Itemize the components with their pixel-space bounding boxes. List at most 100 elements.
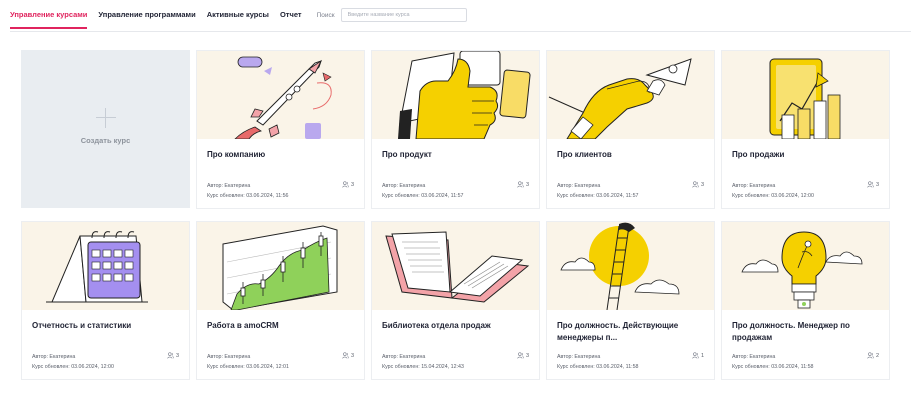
course-updated: Курс обновлен: 03.06.2024, 11:56 xyxy=(207,193,289,199)
course-author: Автор: Екатерина xyxy=(732,183,776,189)
course-updated: Курс обновлен: 03.06.2024, 11:57 xyxy=(382,193,464,199)
course-thumbnail xyxy=(22,222,189,310)
participants-count: 3 xyxy=(867,181,879,188)
course-updated: Курс обновлен: 03.06.2024, 12:01 xyxy=(207,364,289,370)
candlestick-illustration xyxy=(222,225,338,310)
course-card[interactable]: Библиотека отдела продаж Автор: Екатерин… xyxy=(371,221,540,380)
tab-report[interactable]: Отчет xyxy=(280,0,302,30)
handshake-illustration xyxy=(548,58,692,139)
course-card[interactable]: Про должность. Менеджер по продажам Авто… xyxy=(721,221,890,380)
course-card[interactable]: Про продукт Автор: Екатерина Курс обновл… xyxy=(371,50,540,209)
course-updated: Курс обновлен: 03.06.2024, 12:00 xyxy=(732,193,814,199)
tab-active-courses[interactable]: Активные курсы xyxy=(207,0,269,30)
lightbulb-illustration xyxy=(741,231,863,309)
course-meta: Автор: Екатерина Курс обновлен: 03.06.20… xyxy=(382,181,464,201)
participants-count: 3 xyxy=(342,352,354,359)
rocket-illustration xyxy=(234,56,332,139)
users-icon xyxy=(342,181,349,188)
thumbs-up-illustration xyxy=(398,51,531,139)
course-title: Библиотека отдела продаж xyxy=(382,321,491,330)
course-title: Отчетность и статистики xyxy=(32,321,132,330)
course-title: Про должность. Менеджер по продажам xyxy=(732,321,850,342)
course-title: Про продукт xyxy=(382,150,432,159)
course-title: Про клиентов xyxy=(557,150,612,159)
course-meta: Автор: Екатерина Курс обновлен: 03.06.20… xyxy=(207,181,289,201)
course-updated: Курс обновлен: 03.06.2024, 11:58 xyxy=(557,364,639,370)
course-author: Автор: Екатерина xyxy=(557,183,601,189)
users-icon xyxy=(167,352,174,359)
course-author: Автор: Екатерина xyxy=(382,354,426,360)
course-title: Про продажи xyxy=(732,150,785,159)
tab-course-management[interactable]: Управление курсами xyxy=(10,0,88,30)
participants-count-value: 3 xyxy=(525,181,529,188)
course-card[interactable]: Про продажи Автор: Екатерина Курс обновл… xyxy=(721,50,890,209)
course-card[interactable]: Работа в amoCRM Автор: Екатерина Курс об… xyxy=(196,221,365,380)
course-author: Автор: Екатерина xyxy=(207,183,251,189)
course-updated: Курс обновлен: 03.06.2024, 11:57 xyxy=(557,193,639,199)
participants-count-value: 3 xyxy=(525,352,529,359)
course-thumbnail xyxy=(197,51,364,139)
participants-count-value: 3 xyxy=(875,181,879,188)
course-thumbnail xyxy=(372,51,539,139)
ladder-illustration xyxy=(560,222,680,310)
users-icon xyxy=(692,181,699,188)
participants-count: 1 xyxy=(692,352,704,359)
users-icon xyxy=(867,352,874,359)
users-icon xyxy=(517,181,524,188)
tab-program-management[interactable]: Управление программами xyxy=(98,0,195,30)
course-thumbnail xyxy=(372,222,539,310)
course-meta: Автор: Екатерина Курс обновлен: 15.04.20… xyxy=(382,352,464,372)
course-meta: Автор: Екатерина Курс обновлен: 03.06.20… xyxy=(32,352,114,372)
search-label: Поиск xyxy=(316,11,335,19)
participants-count: 2 xyxy=(867,352,879,359)
course-title: Про должность. Действующие менеджеры п..… xyxy=(557,321,679,342)
participants-count-value: 3 xyxy=(175,352,179,359)
course-meta: Автор: Екатерина Курс обновлен: 03.06.20… xyxy=(732,352,814,372)
course-thumbnail xyxy=(722,222,889,310)
users-icon xyxy=(342,352,349,359)
plus-icon xyxy=(95,107,116,128)
course-thumbnail xyxy=(547,222,714,310)
participants-count: 3 xyxy=(517,352,529,359)
participants-count: 3 xyxy=(692,181,704,188)
course-thumbnail xyxy=(547,51,714,139)
course-author: Автор: Екатерина xyxy=(557,354,601,360)
course-card[interactable]: Про должность. Действующие менеджеры п..… xyxy=(546,221,715,380)
course-thumbnail xyxy=(722,51,889,139)
participants-count-value: 3 xyxy=(350,352,354,359)
participants-count: 3 xyxy=(342,181,354,188)
participants-count: 3 xyxy=(517,181,529,188)
search-input[interactable] xyxy=(340,8,467,22)
course-author: Автор: Екатерина xyxy=(382,183,426,189)
course-author: Автор: Екатерина xyxy=(32,354,76,360)
course-title: Про компанию xyxy=(207,150,266,159)
users-icon xyxy=(867,181,874,188)
course-meta: Автор: Екатерина Курс обновлен: 03.06.20… xyxy=(557,181,639,201)
open-book-illustration xyxy=(385,231,530,303)
course-meta: Автор: Екатерина Курс обновлен: 03.06.20… xyxy=(557,352,639,372)
participants-count-value: 3 xyxy=(350,181,354,188)
course-updated: Курс обновлен: 03.06.2024, 11:58 xyxy=(732,364,814,370)
course-title: Работа в amoCRM xyxy=(207,321,279,330)
create-course-label: Создать курс xyxy=(80,135,131,145)
participants-count-value: 1 xyxy=(700,352,704,359)
course-card[interactable]: Про компанию Автор: Екатерина Курс обнов… xyxy=(196,50,365,209)
course-updated: Курс обновлен: 03.06.2024, 12:00 xyxy=(32,364,114,370)
course-card[interactable]: Отчетность и статистики Автор: Екатерина… xyxy=(21,221,190,380)
course-updated: Курс обновлен: 15.04.2024, 12:43 xyxy=(382,364,464,370)
course-thumbnail xyxy=(197,222,364,310)
course-card[interactable]: Про клиентов Автор: Екатерина Курс обнов… xyxy=(546,50,715,209)
growth-chart-illustration xyxy=(769,58,841,139)
course-meta: Автор: Екатерина Курс обновлен: 03.06.20… xyxy=(207,352,289,372)
create-course-button[interactable]: Создать курс xyxy=(21,50,190,208)
nav-divider xyxy=(10,31,911,32)
users-icon xyxy=(517,352,524,359)
course-grid: Создать курс Про компанию Автор: Екатери… xyxy=(21,50,890,380)
course-meta: Автор: Екатерина Курс обновлен: 03.06.20… xyxy=(732,181,814,201)
participants-count-value: 2 xyxy=(875,352,879,359)
participants-count-value: 3 xyxy=(700,181,704,188)
course-author: Автор: Екатерина xyxy=(207,354,251,360)
course-author: Автор: Екатерина xyxy=(732,354,776,360)
calendar-illustration xyxy=(46,231,148,303)
users-icon xyxy=(692,352,699,359)
